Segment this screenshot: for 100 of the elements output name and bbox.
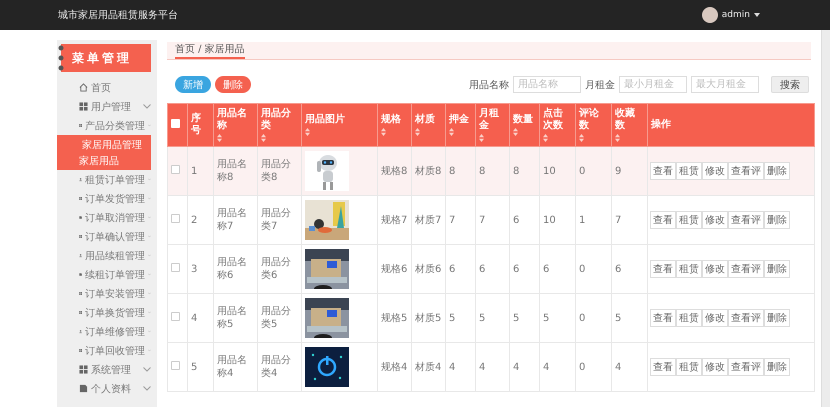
row-checkbox[interactable] <box>171 214 180 222</box>
table-cell: 规格8 <box>381 166 408 176</box>
sort-icon[interactable] <box>513 128 518 136</box>
action-button[interactable]: 查看评 <box>728 162 764 180</box>
row-checkbox[interactable] <box>171 360 180 370</box>
table-cell: 材质6 <box>415 264 442 274</box>
table-cell: 材质7 <box>415 214 442 226</box>
chevron-down-icon <box>143 386 151 391</box>
action-button[interactable]: 查看评 <box>728 309 764 327</box>
action-button[interactable]: 删除 <box>764 260 790 278</box>
table-cell: 6 <box>513 264 520 274</box>
delete-button[interactable]: 删除 <box>215 76 251 93</box>
max-rent-field[interactable]: 最大月租金 <box>691 76 759 93</box>
table-cell: 4 <box>479 362 486 372</box>
action-button[interactable]: 修改 <box>702 211 728 229</box>
menu-item[interactable]: 订单维修管理 <box>57 322 157 341</box>
min-rent-field[interactable]: 最小月租金 <box>619 76 687 93</box>
table-cell: 用品名称4 <box>217 355 247 379</box>
menu-item[interactable]: 订单回收管理 <box>57 341 157 360</box>
menu-item[interactable]: 用品续租管理 <box>57 246 157 265</box>
sort-icon[interactable] <box>543 134 548 142</box>
menu-item[interactable]: 续租订单管理 <box>57 265 157 284</box>
table-row[interactable]: 3 用品名称6 用品分类6 规格6 材质6 6 6 6 6 0 6 查看 租赁 修改 查看评 删除 <box>168 244 814 294</box>
table-cell: 用品分类8 <box>261 159 291 183</box>
action-button[interactable]: 租赁 <box>676 260 702 278</box>
menu-item[interactable]: 用户管理 <box>57 97 157 116</box>
action-button[interactable]: 删除 <box>764 162 790 180</box>
action-button[interactable]: 查看评 <box>728 260 764 278</box>
menu-item[interactable]: 家居用品管理 <box>57 135 151 154</box>
action-button[interactable]: 查看 <box>650 309 676 327</box>
action-button[interactable]: 租赁 <box>676 211 702 229</box>
menu-item[interactable]: 个人资料 <box>57 379 157 398</box>
sort-icon[interactable] <box>217 134 222 142</box>
caret-icon[interactable] <box>754 13 760 17</box>
action-button[interactable]: 查看评 <box>728 211 764 229</box>
sort-icon[interactable] <box>479 134 484 142</box>
table-cell: 4 <box>449 362 456 372</box>
table-cell: 材质8 <box>415 166 442 176</box>
action-button[interactable]: 修改 <box>702 309 728 327</box>
table-row[interactable]: 1 用品名称8 用品分类8 规格8 材质8 8 8 8 10 0 9 查看 租赁 修改 查看评 删除 <box>168 146 814 196</box>
scrollbar[interactable] <box>821 30 830 407</box>
field-label: 月租金 <box>585 78 615 92</box>
row-checkbox[interactable] <box>171 262 180 272</box>
menu-item[interactable]: 订单换货管理 <box>57 303 157 322</box>
table-cell: 7 <box>615 214 622 226</box>
table-cell: 3 <box>191 264 198 274</box>
table-cell: 10 <box>543 214 556 226</box>
action-button[interactable]: 查看 <box>650 358 676 376</box>
action-button[interactable]: 修改 <box>702 162 728 180</box>
menu-item[interactable]: 系统管理 <box>57 360 157 379</box>
menu-item[interactable]: 首页 <box>57 78 157 97</box>
submenu-item[interactable]: 家居用品 <box>57 154 151 170</box>
sort-icon[interactable] <box>381 128 386 136</box>
sort-icon[interactable] <box>615 134 620 142</box>
table-cell: 1 <box>191 166 198 176</box>
action-button[interactable]: 删除 <box>764 309 790 327</box>
table-row[interactable]: 4 用品名称5 用品分类5 规格5 材质5 5 5 5 5 0 5 查看 租赁 修改 查看评 删除 <box>168 294 814 342</box>
table-cell: 规格6 <box>381 264 408 274</box>
table-cell: 0 <box>579 312 586 324</box>
select-all-checkbox[interactable] <box>171 118 180 128</box>
action-button[interactable]: 查看 <box>650 260 676 278</box>
action-button[interactable]: 查看 <box>650 162 676 180</box>
action-button[interactable]: 修改 <box>702 260 728 278</box>
action-button[interactable]: 删除 <box>764 358 790 376</box>
table-row[interactable]: 2 用品名称7 用品分类7 规格7 材质7 7 7 6 10 1 7 查看 租赁 修改 查看评 删除 <box>168 196 814 244</box>
action-button[interactable]: 查看 <box>650 211 676 229</box>
sort-icon[interactable] <box>415 128 420 136</box>
menu-item[interactable]: 订单确认管理 <box>57 227 157 246</box>
avatar-icon[interactable] <box>702 7 718 23</box>
table-row[interactable]: 5 用品名称4 用品分类4 规格4 材质4 4 4 4 4 0 4 查看 租赁 修改 查看评 删除 <box>168 342 814 392</box>
name-field[interactable]: 用品名称 <box>513 76 581 93</box>
table-cell: 用品名称5 <box>217 306 247 330</box>
action-button[interactable]: 租赁 <box>676 358 702 376</box>
menu-item[interactable]: 租赁订单管理 <box>57 170 157 189</box>
row-checkbox[interactable] <box>171 164 180 174</box>
sort-icon[interactable] <box>579 134 584 142</box>
menu-item[interactable]: 订单安装管理 <box>57 284 157 303</box>
banner-title: 菜单管理 <box>72 50 132 66</box>
row-checkbox[interactable] <box>171 312 180 320</box>
table-cell: 7 <box>479 214 486 226</box>
sort-icon[interactable] <box>261 134 266 142</box>
search-button[interactable]: 搜索 <box>771 76 809 93</box>
breadcrumb[interactable]: 首页 / 家居用品 <box>175 42 245 59</box>
action-button[interactable]: 租赁 <box>676 309 702 327</box>
table-cell: 5 <box>615 312 622 324</box>
sort-icon[interactable] <box>449 128 454 136</box>
sort-icon[interactable] <box>305 128 310 136</box>
action-button[interactable]: 查看评 <box>728 358 764 376</box>
table-cell: 5 <box>449 312 456 324</box>
action-button[interactable]: 删除 <box>764 211 790 229</box>
table-cell: 6 <box>615 264 622 274</box>
action-button[interactable]: 修改 <box>702 358 728 376</box>
table-cell: 9 <box>615 166 622 176</box>
table-cell: 用品分类5 <box>261 306 291 330</box>
menu-item[interactable]: 产品分类管理 <box>57 116 157 135</box>
table-cell: 5 <box>191 362 198 372</box>
action-button[interactable]: 租赁 <box>676 162 702 180</box>
menu-item[interactable]: 订单取消管理 <box>57 208 157 227</box>
user-name[interactable]: admin <box>722 10 750 20</box>
menu-item[interactable]: 订单发货管理 <box>57 189 157 208</box>
